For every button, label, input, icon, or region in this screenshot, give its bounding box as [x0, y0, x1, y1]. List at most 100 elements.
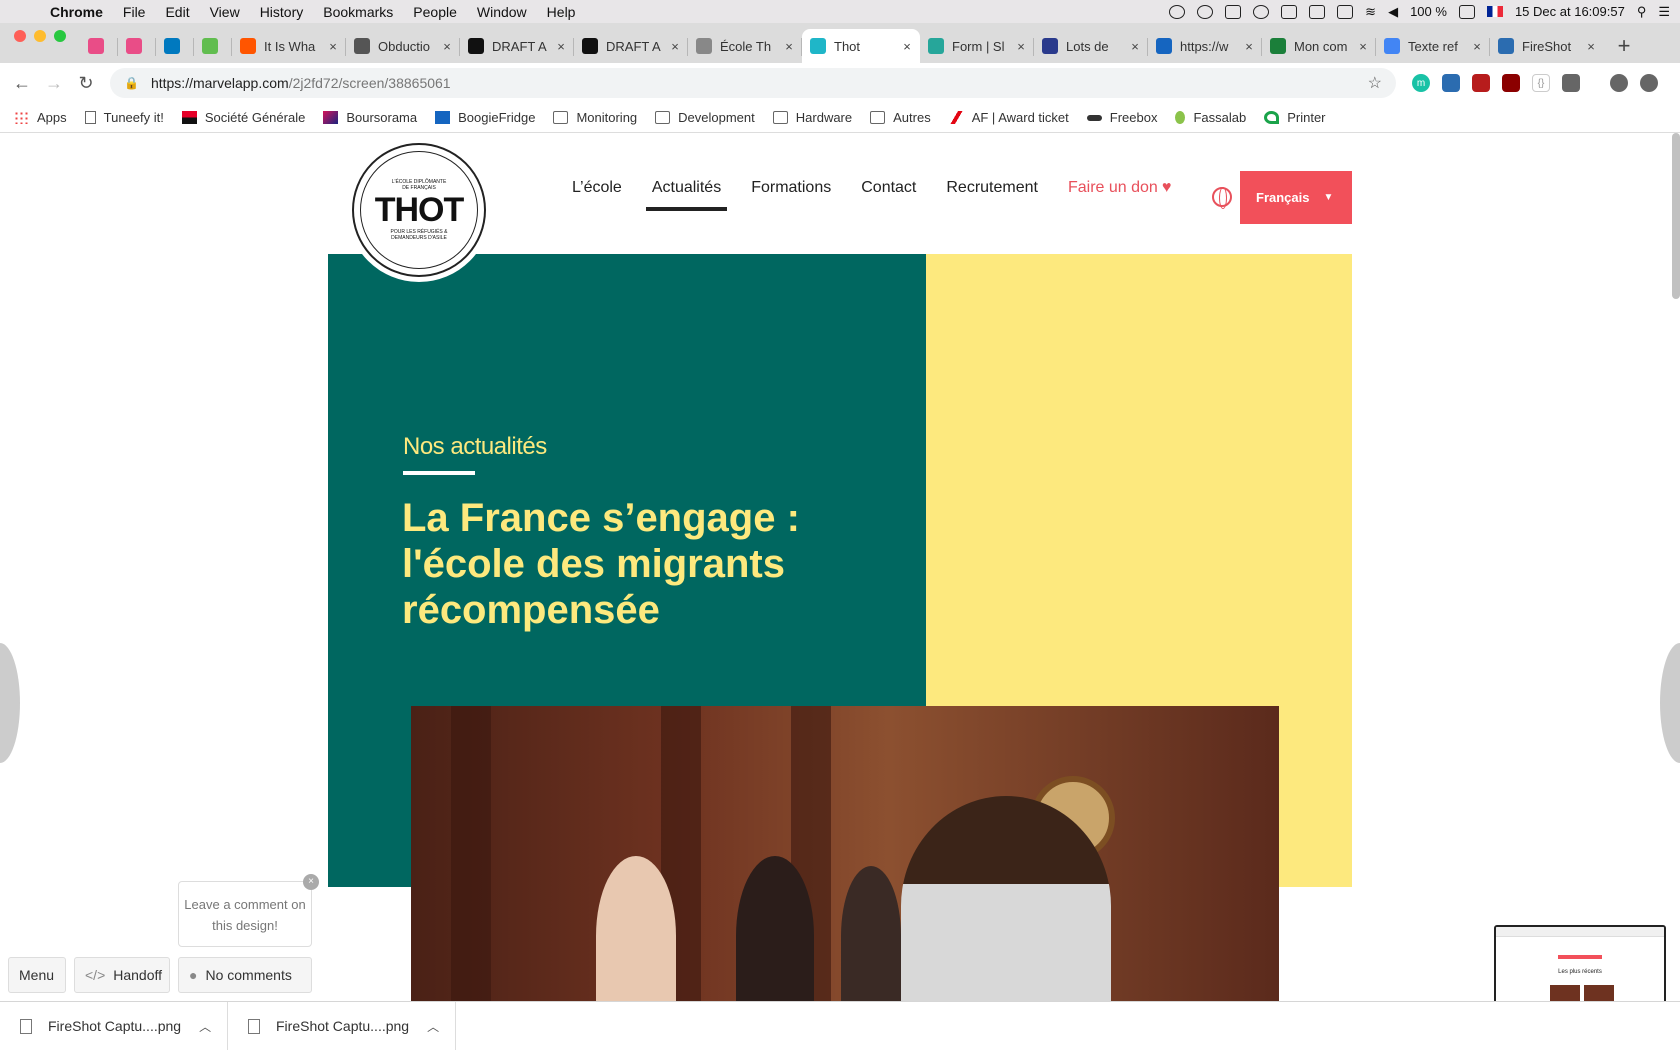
keyboard-icon[interactable]	[1337, 4, 1354, 19]
status-icon[interactable]	[1197, 4, 1214, 19]
profile-icon[interactable]	[1610, 74, 1628, 92]
close-tab-icon[interactable]: ×	[1128, 39, 1142, 54]
browser-tab[interactable]	[118, 29, 156, 63]
close-tab-icon[interactable]: ×	[440, 39, 454, 54]
scrollbar[interactable]	[1672, 133, 1680, 299]
flag-icon[interactable]	[1486, 6, 1503, 17]
download-item[interactable]: FireShot Captu....png ︿	[0, 1001, 228, 1050]
globe-icon[interactable]	[1212, 187, 1232, 209]
volume-icon[interactable]: ◀	[1388, 4, 1398, 20]
close-tab-icon[interactable]: ×	[782, 39, 796, 54]
bookmark-boogiefridge[interactable]: BoogieFridge	[435, 110, 535, 125]
nav-formations[interactable]: Formations	[751, 171, 831, 205]
thot-logo[interactable]: L'ÉCOLE DIPLÔMANTE DE FRANÇAIS THOT POUR…	[352, 143, 486, 277]
bookmark-printer[interactable]: Printer	[1264, 110, 1326, 125]
extension-icon[interactable]	[1562, 74, 1580, 92]
menu-people[interactable]: People	[403, 4, 467, 20]
bookmark-freebox[interactable]: Freebox	[1086, 110, 1157, 125]
bookmark-folder-hardware[interactable]: Hardware	[772, 110, 852, 125]
lock-icon[interactable]: 🔒	[124, 76, 139, 90]
close-tab-icon[interactable]: ×	[326, 39, 340, 54]
browser-tab[interactable]: Lots de ×	[1034, 29, 1148, 63]
bookmark-apps[interactable]: Apps	[14, 110, 67, 125]
browser-tab[interactable]	[80, 29, 118, 63]
nav-recrutement[interactable]: Recrutement	[946, 171, 1038, 205]
spotlight-icon[interactable]: ⚲	[1637, 4, 1647, 20]
json-extension-icon[interactable]: {}	[1532, 74, 1550, 92]
time-machine-icon[interactable]	[1253, 4, 1270, 19]
bookmark-folder-monitoring[interactable]: Monitoring	[553, 110, 637, 125]
chevron-up-icon[interactable]: ︿	[427, 1018, 439, 1035]
shield-extension-icon[interactable]	[1502, 74, 1520, 92]
menu-file[interactable]: File	[113, 4, 156, 20]
bookmark-boursorama[interactable]: Boursorama	[323, 110, 417, 125]
browser-tab[interactable]	[156, 29, 194, 63]
wifi-icon[interactable]: ≋	[1365, 4, 1376, 20]
close-tab-icon[interactable]: ×	[1242, 39, 1256, 54]
battery-icon[interactable]	[1458, 4, 1475, 19]
close-tab-icon[interactable]: ×	[900, 39, 914, 54]
menu-help[interactable]: Help	[537, 4, 586, 20]
browser-tab[interactable]: École Th ×	[688, 29, 802, 63]
close-tab-icon[interactable]: ×	[1584, 39, 1598, 54]
address-bar[interactable]: 🔒 https://marvelapp.com/2j2fd72/screen/3…	[110, 68, 1396, 98]
bluetooth-icon[interactable]	[1281, 4, 1298, 19]
prev-screen-button[interactable]	[0, 643, 20, 763]
fireshot-extension-icon[interactable]	[1442, 74, 1460, 92]
minimize-window-button[interactable]	[34, 30, 46, 42]
marvel-comments-button[interactable]: ● No comments	[178, 957, 312, 993]
back-icon[interactable]: ←	[6, 73, 38, 94]
notification-center-icon[interactable]: ☰	[1658, 4, 1670, 20]
forward-icon[interactable]: →	[38, 73, 70, 94]
close-tab-icon[interactable]: ×	[1470, 39, 1484, 54]
browser-tab[interactable]: Obductio ×	[346, 29, 460, 63]
close-window-button[interactable]	[14, 30, 26, 42]
bookmark-folder-autres[interactable]: Autres	[870, 110, 931, 125]
bookmark-tuneefy[interactable]: Tuneefy it!	[84, 110, 164, 125]
extension-icon[interactable]	[1472, 74, 1490, 92]
browser-tab[interactable]: DRAFT A ×	[460, 29, 574, 63]
download-item[interactable]: FireShot Captu....png ︿	[228, 1001, 456, 1050]
bookmark-fassalab[interactable]: Fassalab	[1175, 110, 1246, 125]
language-dropdown[interactable]: Français ▼	[1240, 171, 1352, 224]
zoom-window-button[interactable]	[54, 30, 66, 42]
cloud-icon[interactable]	[1225, 4, 1242, 19]
nav-actualites[interactable]: Actualités	[645, 171, 728, 211]
browser-tab[interactable]: FireShot ×	[1490, 29, 1604, 63]
bookmark-folder-development[interactable]: Development	[655, 110, 755, 125]
close-tab-icon[interactable]: ×	[554, 39, 568, 54]
menu-edit[interactable]: Edit	[155, 4, 199, 20]
update-icon[interactable]	[1640, 74, 1658, 92]
clock[interactable]: 15 Dec at 16:09:57	[1515, 4, 1625, 19]
airplay-icon[interactable]	[1309, 4, 1326, 19]
browser-tab[interactable]: Thot ×	[802, 29, 920, 63]
browser-tab[interactable]: https://w ×	[1148, 29, 1262, 63]
marvel-handoff-button[interactable]: </> Handoff	[74, 957, 170, 993]
bookmark-af-award[interactable]: AF | Award ticket	[948, 110, 1069, 125]
menu-app-name[interactable]: Chrome	[40, 4, 113, 20]
next-screen-button[interactable]	[1660, 643, 1680, 763]
bookmark-star-icon[interactable]: ☆	[1368, 73, 1382, 93]
browser-tab[interactable]: Mon com ×	[1262, 29, 1376, 63]
menu-window[interactable]: Window	[467, 4, 537, 20]
close-tab-icon[interactable]: ×	[668, 39, 682, 54]
reload-icon[interactable]: ↻	[70, 73, 102, 94]
browser-tab[interactable]: Form | Sl ×	[920, 29, 1034, 63]
close-tab-icon[interactable]: ×	[1356, 39, 1370, 54]
menu-bookmarks[interactable]: Bookmarks	[313, 4, 403, 20]
nav-contact[interactable]: Contact	[861, 171, 916, 205]
menu-view[interactable]: View	[200, 4, 250, 20]
marvel-extension-icon[interactable]: m	[1412, 74, 1430, 92]
close-icon[interactable]: ×	[303, 874, 319, 890]
marvel-menu-button[interactable]: Menu	[8, 957, 66, 993]
status-icon[interactable]	[1169, 4, 1186, 19]
battery-label[interactable]: 100 %	[1410, 4, 1447, 19]
screen-thumbnail[interactable]: Les plus récents	[1494, 925, 1666, 1001]
browser-tab[interactable]: Texte ref ×	[1376, 29, 1490, 63]
nav-donate[interactable]: Faire un don ♥	[1068, 171, 1171, 205]
new-tab-button[interactable]: +	[1604, 29, 1644, 63]
browser-tab[interactable]	[194, 29, 232, 63]
chevron-up-icon[interactable]: ︿	[199, 1018, 211, 1035]
browser-tab[interactable]: DRAFT A ×	[574, 29, 688, 63]
menu-history[interactable]: History	[250, 4, 314, 20]
